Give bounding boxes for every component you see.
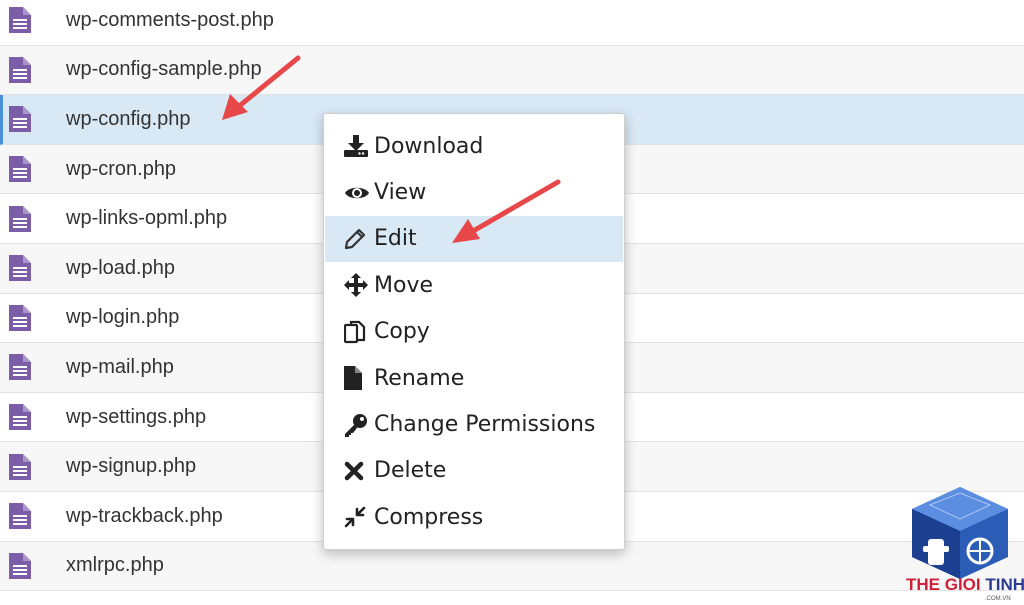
key-icon — [344, 413, 370, 437]
file-name: wp-mail.php — [66, 355, 174, 378]
menu-item-delete[interactable]: Delete — [324, 448, 624, 494]
menu-item-label: Rename — [374, 365, 465, 391]
php-file-icon — [9, 354, 31, 381]
php-file-icon — [9, 255, 31, 282]
file-name: wp-login.php — [66, 306, 180, 329]
x-icon — [344, 459, 370, 483]
php-file-icon — [9, 304, 31, 331]
watermark-brand: THE GIOI TINHOC — [906, 575, 1024, 595]
php-file-icon — [9, 552, 31, 579]
file-name: wp-signup.php — [66, 455, 197, 478]
php-file-icon — [9, 205, 31, 232]
php-file-icon — [9, 503, 31, 530]
menu-item-label: View — [374, 180, 427, 206]
menu-item-download[interactable]: Download — [324, 123, 624, 169]
menu-item-label: Download — [374, 133, 484, 159]
copy-icon — [344, 320, 370, 344]
watermark-domain: .COM.VN — [985, 596, 1011, 602]
php-file-icon — [9, 106, 31, 133]
file-icon — [344, 366, 370, 391]
brand-right: TINHOC — [985, 575, 1024, 594]
menu-item-label: Move — [374, 272, 433, 298]
menu-item-label: Change Permissions — [374, 412, 596, 438]
menu-item-edit[interactable]: Edit — [325, 215, 623, 263]
php-file-icon — [9, 453, 31, 480]
menu-item-label: Delete — [374, 458, 447, 484]
pencil-icon — [344, 227, 370, 251]
file-name: wp-trackback.php — [66, 504, 223, 527]
php-file-icon — [9, 56, 31, 83]
eye-icon — [344, 181, 370, 205]
menu-item-move[interactable]: Move — [324, 262, 624, 308]
php-file-icon — [9, 404, 31, 431]
file-name: wp-config-sample.php — [66, 58, 262, 81]
file-name: wp-links-opml.php — [66, 207, 228, 230]
menu-item-rename[interactable]: Rename — [324, 355, 624, 401]
menu-item-copy[interactable]: Copy — [324, 309, 624, 355]
menu-item-change-permissions[interactable]: Change Permissions — [324, 401, 624, 447]
download-icon — [344, 134, 370, 158]
php-file-icon — [9, 156, 31, 183]
file-name: wp-load.php — [66, 256, 175, 279]
menu-item-label: Compress — [374, 504, 484, 530]
move-arrows-icon — [344, 273, 370, 298]
file-row-1[interactable]: wp-config-sample.php — [0, 45, 1024, 96]
file-name: wp-config.php — [66, 107, 191, 130]
file-name: wp-cron.php — [66, 157, 177, 180]
menu-item-view[interactable]: View — [324, 169, 624, 215]
context-menu: Download View Edit Move Copy Rename Chan… — [323, 113, 625, 550]
brand-left: THE GIOI — [906, 575, 986, 594]
file-row-0[interactable]: wp-comments-post.php — [0, 0, 1024, 46]
compress-icon — [344, 505, 370, 529]
file-name: xmlrpc.php — [66, 554, 164, 577]
file-name: wp-settings.php — [66, 405, 207, 428]
menu-item-label: Copy — [374, 319, 430, 345]
menu-item-compress[interactable]: Compress — [324, 494, 624, 540]
php-file-icon — [9, 7, 31, 34]
file-name: wp-comments-post.php — [66, 8, 274, 31]
menu-item-label: Edit — [374, 226, 417, 252]
